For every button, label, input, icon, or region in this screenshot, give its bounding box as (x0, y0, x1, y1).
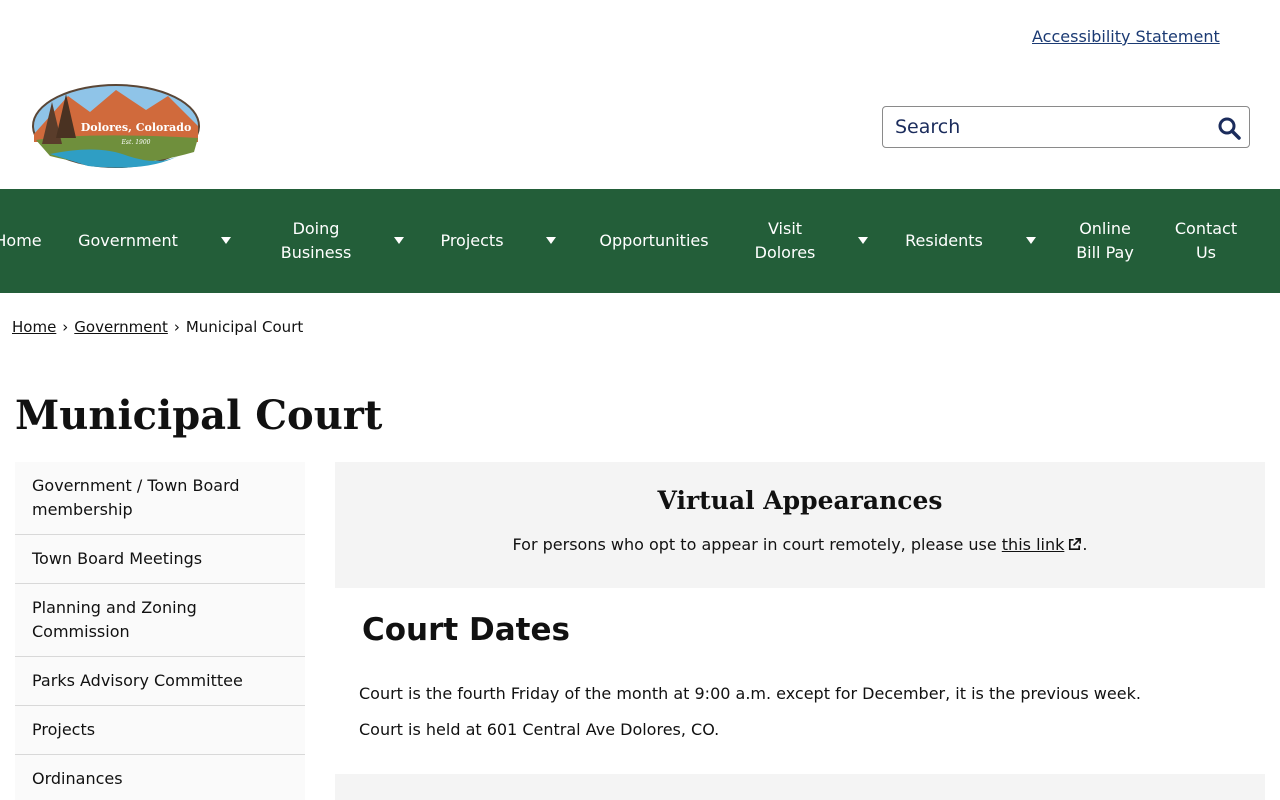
sidebar-item-parks-advisory[interactable]: Parks Advisory Committee (15, 657, 305, 706)
nav-visit-dolores[interactable]: Visit Dolores (745, 189, 825, 293)
virtual-appearances-panel: Virtual Appearances For persons who opt … (335, 462, 1265, 588)
page-title: Municipal Court (15, 392, 383, 439)
virtual-appearances-heading: Virtual Appearances (657, 486, 943, 515)
sidebar-nav: Government / Town Board membership Town … (15, 462, 305, 800)
sidebar-item-projects[interactable]: Projects (15, 706, 305, 755)
sidebar-item-town-board-meetings[interactable]: Town Board Meetings (15, 535, 305, 584)
sidebar-item-planning-zoning[interactable]: Planning and Zoning Commission (15, 584, 305, 657)
nav-opportunities[interactable]: Opportunities (590, 189, 718, 293)
accessibility-statement-link[interactable]: Accessibility Statement (1032, 27, 1220, 46)
court-dates-text: Court is the fourth Friday of the month … (359, 684, 1141, 703)
chevron-down-icon[interactable] (1026, 237, 1036, 244)
chevron-down-icon[interactable] (221, 237, 231, 244)
nav-home[interactable]: Home (0, 189, 58, 293)
court-location-text: Court is held at 601 Central Ave Dolores… (359, 720, 720, 739)
breadcrumb-separator: › (173, 318, 180, 336)
logo-text: Dolores, Colorado (81, 121, 192, 134)
nav-online-bill-pay[interactable]: Online Bill Pay (1070, 189, 1140, 293)
chevron-down-icon[interactable] (858, 237, 868, 244)
nav-contact-us[interactable]: Contact Us (1166, 189, 1246, 293)
chevron-down-icon[interactable] (546, 237, 556, 244)
virtual-text-after: . (1082, 535, 1088, 554)
breadcrumb-government-link[interactable]: Government (74, 318, 168, 336)
court-dates-heading: Court Dates (362, 612, 570, 648)
search-icon[interactable] (1217, 116, 1241, 140)
main-nav: Home Government Doing Business Projects … (0, 189, 1280, 293)
search-box (882, 106, 1250, 148)
breadcrumb-current: Municipal Court (185, 318, 304, 336)
dolores-logo[interactable]: Dolores, Colorado Est. 1900 (28, 82, 202, 170)
nav-doing-business[interactable]: Doing Business (270, 189, 362, 293)
virtual-link[interactable]: this link (1002, 535, 1065, 554)
search-input[interactable] (883, 107, 1203, 147)
nav-residents[interactable]: Residents (896, 189, 992, 293)
logo-est-text: Est. 1900 (121, 139, 151, 146)
breadcrumb-home-link[interactable]: Home (12, 318, 56, 336)
nav-projects[interactable]: Projects (432, 189, 512, 293)
nav-government[interactable]: Government (70, 189, 186, 293)
breadcrumb: Home › Government › Municipal Court (12, 318, 303, 336)
external-link-icon[interactable] (1067, 537, 1082, 552)
chevron-down-icon[interactable] (394, 237, 404, 244)
breadcrumb-separator: › (62, 318, 69, 336)
virtual-text-before: For persons who opt to appear in court r… (512, 535, 1002, 554)
virtual-appearances-text: For persons who opt to appear in court r… (335, 535, 1265, 554)
sidebar-item-ordinances[interactable]: Ordinances (15, 755, 305, 800)
next-panel (335, 774, 1265, 800)
sidebar-item-town-board-membership[interactable]: Government / Town Board membership (15, 462, 305, 535)
